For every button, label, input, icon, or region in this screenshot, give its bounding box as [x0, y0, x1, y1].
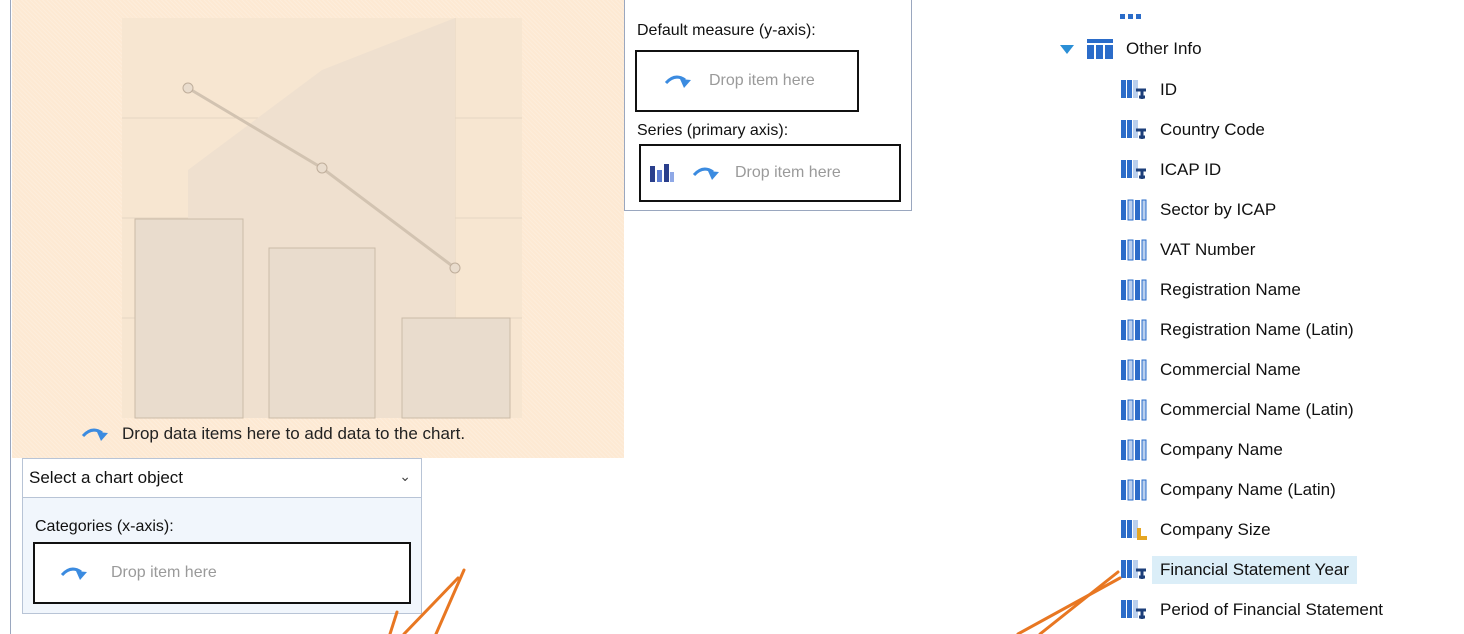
drop-arrow-icon	[81, 428, 108, 441]
tree-item[interactable]: Sector by ICAP	[1120, 194, 1276, 226]
default-measure-label: Default measure (y-axis):	[637, 22, 816, 39]
chart-placeholder-graphic	[122, 18, 522, 419]
tree-item-label: Registration Name	[1160, 280, 1301, 299]
field-attribute-icon	[1121, 319, 1147, 341]
tree-item[interactable]: Country Code	[1120, 114, 1265, 146]
series-drop-text: Drop item here	[735, 164, 841, 181]
tree-item[interactable]: Registration Name (Latin)	[1120, 314, 1354, 346]
tree-folder-other-info[interactable]: Other Info	[1060, 38, 1202, 60]
field-key-icon	[1121, 560, 1146, 579]
tree-item[interactable]: Commercial Name	[1120, 354, 1301, 386]
tree-item-label: Registration Name (Latin)	[1160, 320, 1354, 339]
categories-panel: Categories (x-axis): Drop item here	[22, 498, 422, 614]
tree-item-label: ICAP ID	[1160, 160, 1222, 179]
chart-placeholder-point	[449, 262, 461, 274]
tree-item[interactable]: Company Name (Latin)	[1120, 474, 1336, 506]
categories-label: Categories (x-axis):	[35, 518, 174, 535]
tree-item-label: Company Name (Latin)	[1160, 480, 1336, 499]
drop-hint: Drop data items here to add data to the …	[80, 424, 465, 444]
field-key-icon	[1121, 80, 1146, 99]
field-attribute-icon	[1121, 439, 1147, 461]
tree-item[interactable]: Period of Financial Statement	[1120, 594, 1383, 626]
measure-series-panel: Default measure (y-axis): Drop item here…	[624, 0, 912, 211]
field-key-icon	[1121, 120, 1146, 139]
series-chart-icon	[650, 164, 674, 182]
series-label: Series (primary axis):	[637, 122, 789, 139]
field-key-icon	[1121, 160, 1146, 179]
field-attribute-icon	[1121, 399, 1147, 421]
drop-hint-text: Drop data items here to add data to the …	[122, 424, 466, 443]
tree-item[interactable]: Company Name	[1120, 434, 1283, 466]
tree-item[interactable]: VAT Number	[1120, 234, 1255, 266]
field-attribute-icon	[1121, 479, 1147, 501]
tree-item[interactable]: ID	[1120, 74, 1177, 106]
folder-table-icon-partial	[1120, 14, 1141, 19]
tree-item-label: Commercial Name	[1160, 360, 1301, 379]
tree-item[interactable]: Company Size	[1120, 514, 1271, 546]
chart-placeholder-point	[316, 162, 328, 174]
field-hierarchy-icon	[1121, 520, 1147, 540]
drop-arrow-icon	[60, 567, 87, 580]
default-measure-drop-text: Drop item here	[709, 72, 815, 89]
tree-item-label: Company Size	[1160, 520, 1271, 539]
chevron-down-icon[interactable]: ⌄	[399, 468, 411, 485]
tree-item-label: Country Code	[1160, 120, 1265, 139]
chart-placeholder-bar	[134, 218, 244, 419]
drop-arrow-icon	[692, 167, 719, 180]
expand-triangle-icon[interactable]	[1060, 44, 1074, 54]
categories-drop-text: Drop item here	[111, 564, 217, 581]
field-attribute-icon	[1121, 239, 1147, 261]
categories-drop-zone[interactable]: Drop item here	[33, 542, 411, 604]
default-measure-drop-zone[interactable]: Drop item here	[635, 50, 859, 112]
folder-table-icon	[1087, 39, 1113, 59]
field-attribute-icon	[1121, 199, 1147, 221]
tree-item-label: ID	[1160, 80, 1177, 99]
series-drop-zone[interactable]: Drop item here	[639, 144, 901, 202]
left-panel-border	[10, 0, 11, 634]
chart-placeholder-point	[182, 82, 194, 94]
tree-item[interactable]: ICAP ID	[1120, 154, 1221, 186]
chart-object-select[interactable]: Select a chart object ⌄	[22, 458, 422, 498]
tree-item[interactable]: Financial Statement Year	[1120, 554, 1358, 586]
chart-object-select-value: Select a chart object	[29, 468, 184, 487]
field-key-icon	[1121, 600, 1146, 619]
tree-item[interactable]: Commercial Name (Latin)	[1120, 394, 1354, 426]
tree-item-label: Commercial Name (Latin)	[1160, 400, 1354, 419]
tree-item-label: Period of Financial Statement	[1160, 600, 1384, 619]
chart-placeholder-bar	[268, 247, 376, 419]
tree-item-label: VAT Number	[1160, 240, 1256, 259]
chart-drop-area[interactable]: Drop data items here to add data to the …	[12, 0, 624, 458]
field-attribute-icon	[1121, 359, 1147, 381]
drop-arrow-icon	[664, 75, 691, 88]
chart-placeholder-bar	[401, 317, 511, 419]
field-attribute-icon	[1121, 279, 1147, 301]
tree-item-label: Company Name	[1160, 440, 1283, 459]
tree-item-label: Financial Statement Year	[1152, 556, 1358, 584]
tree-item[interactable]: Registration Name	[1120, 274, 1301, 306]
tree-folder-label: Other Info	[1126, 39, 1202, 58]
tree-item-label: Sector by ICAP	[1160, 200, 1277, 219]
